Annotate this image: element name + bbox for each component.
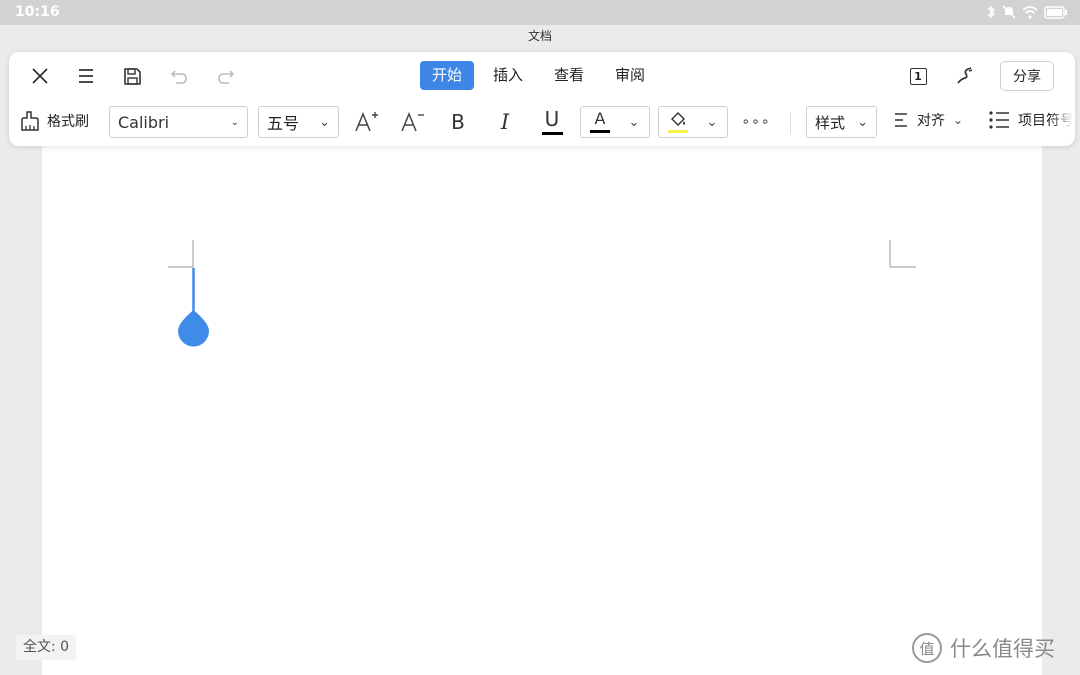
status-icons xyxy=(986,4,1068,23)
highlight-dropdown[interactable]: ⌄ xyxy=(701,110,723,134)
ribbon-tabs: 开始 插入 查看 审阅 xyxy=(420,61,664,90)
chevron-down-icon: ⌄ xyxy=(953,113,964,127)
redo-button[interactable] xyxy=(213,64,239,88)
font-color-button[interactable]: A xyxy=(587,108,613,136)
decrease-font-size-button[interactable] xyxy=(396,108,428,136)
chevron-down-icon: ⌄ xyxy=(319,114,330,130)
align-label: 对齐 xyxy=(917,113,945,129)
document-title: 文档 xyxy=(527,29,552,43)
increase-font-size-button[interactable] xyxy=(350,108,382,136)
page-view-button[interactable]: 1 xyxy=(905,64,931,88)
tab-review[interactable]: 审阅 xyxy=(603,61,657,90)
save-button[interactable] xyxy=(119,64,145,88)
bold-icon: B xyxy=(451,110,465,134)
paint-bucket-icon xyxy=(671,111,685,126)
style-label: 样式 xyxy=(815,113,846,132)
font-shrink-icon xyxy=(401,112,424,132)
format-painter-button[interactable]: 格式刷 xyxy=(19,110,89,132)
font-color-group: A ⌄ xyxy=(580,106,650,138)
bold-button[interactable]: B xyxy=(443,108,473,136)
watermark: 值 什么值得买 xyxy=(912,633,1055,663)
italic-button[interactable]: I xyxy=(490,108,520,136)
toolbar-format-row: 格式刷 Calibri ⌄ 五号 ⌄ B I U A ⌄ ⌄ ∘∘∘ 样式 ⌄ … xyxy=(9,102,1075,142)
bullet-list-label: 项目符号 xyxy=(1018,113,1073,129)
highlight-color-group: ⌄ xyxy=(658,106,728,138)
watermark-text: 什么值得买 xyxy=(950,637,1055,661)
font-size-value: 五号 xyxy=(267,114,300,133)
close-icon xyxy=(32,68,48,84)
highlight-button[interactable] xyxy=(665,108,691,136)
menu-button[interactable] xyxy=(73,64,99,88)
handwriting-pen-icon xyxy=(957,67,973,84)
align-left-icon xyxy=(895,113,907,127)
document-page[interactable] xyxy=(42,140,1042,675)
font-size-select[interactable]: 五号 ⌄ xyxy=(258,106,339,138)
word-count: 全文: 0 xyxy=(16,635,77,660)
highlight-swatch xyxy=(668,129,688,133)
toolbar-top-row: 开始 插入 查看 审阅 1 分享 xyxy=(9,52,1075,98)
tab-home[interactable]: 开始 xyxy=(420,61,475,90)
italic-icon: I xyxy=(500,110,510,134)
redo-icon xyxy=(218,70,235,84)
bullet-list-icon xyxy=(989,111,1009,129)
status-bar: 10:16 xyxy=(0,0,1080,25)
pen-button[interactable] xyxy=(952,64,978,88)
page-number: 1 xyxy=(914,69,922,83)
mute-icon xyxy=(1002,4,1016,23)
font-grow-icon xyxy=(355,112,378,132)
chevron-down-icon: ⌄ xyxy=(857,114,868,130)
bullet-list-button[interactable]: 项目符号 xyxy=(988,110,1073,130)
format-painter-label: 格式刷 xyxy=(47,114,89,130)
font-name-select[interactable]: Calibri ⌄ xyxy=(109,106,248,138)
menu-icon xyxy=(79,69,93,83)
watermark-logo-text: 值 xyxy=(919,639,935,658)
underline-bar xyxy=(541,132,563,135)
font-name-value: Calibri xyxy=(118,112,170,132)
tab-view[interactable]: 查看 xyxy=(542,61,596,90)
underline-icon: U xyxy=(544,107,560,131)
font-color-swatch xyxy=(590,130,610,133)
page-number-icon: 1 xyxy=(909,67,927,85)
share-button[interactable]: 分享 xyxy=(1000,61,1054,91)
font-color-dropdown[interactable]: ⌄ xyxy=(623,110,645,134)
format-painter-icon xyxy=(21,111,39,131)
tab-insert[interactable]: 插入 xyxy=(481,61,535,90)
battery-icon xyxy=(1044,4,1068,23)
font-color-icon: A xyxy=(594,109,606,128)
toolbar-divider xyxy=(790,112,791,134)
save-icon xyxy=(123,67,141,85)
status-time: 10:16 xyxy=(15,4,60,20)
chevron-down-icon: ⌄ xyxy=(706,114,718,130)
chevron-down-icon: ⌄ xyxy=(628,114,640,130)
watermark-logo: 值 xyxy=(912,633,942,663)
undo-icon xyxy=(170,70,187,84)
ribbon-toolbar: 开始 插入 查看 审阅 1 分享 格式刷 Calibri ⌄ 五号 ⌄ B I … xyxy=(9,52,1075,146)
close-button[interactable] xyxy=(27,64,53,88)
align-button[interactable]: 对齐 ⌄ xyxy=(893,110,963,130)
underline-button[interactable]: U xyxy=(537,106,567,138)
margin-corner-top-right xyxy=(889,240,916,268)
wifi-icon xyxy=(1022,4,1038,23)
more-icon: ∘∘∘ xyxy=(741,114,771,130)
chevron-down-icon: ⌄ xyxy=(230,116,239,128)
margin-corner-top-left xyxy=(168,240,194,268)
bluetooth-icon xyxy=(986,4,996,23)
style-select[interactable]: 样式 ⌄ xyxy=(806,106,877,138)
undo-button[interactable] xyxy=(166,64,192,88)
more-options-button[interactable]: ∘∘∘ xyxy=(739,108,773,136)
text-cursor-handle[interactable] xyxy=(176,268,212,350)
